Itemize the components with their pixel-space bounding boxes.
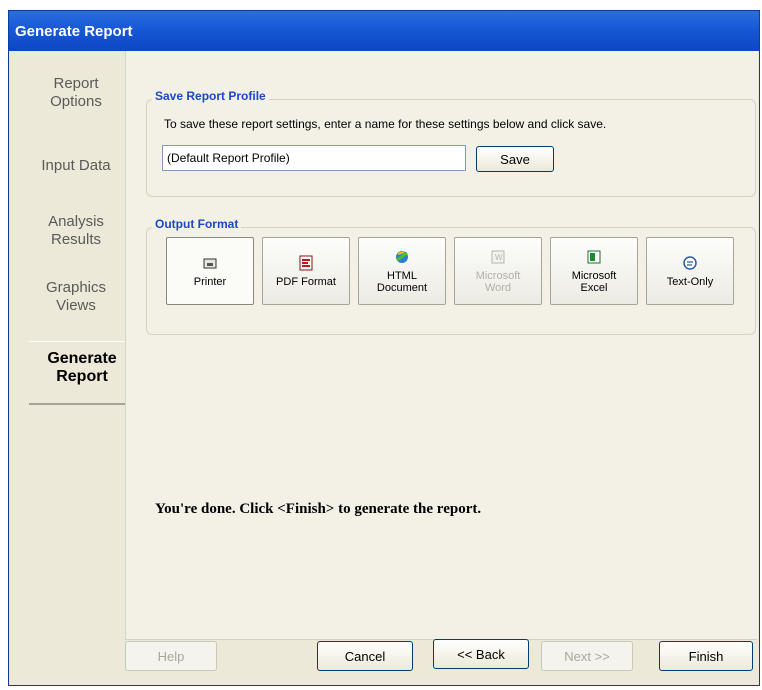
output-format-title: Output Format	[152, 217, 242, 231]
format-label: Microsoft Excel	[571, 270, 617, 294]
sidebar-item-graphics-views[interactable]: Graphics Views	[19, 279, 133, 315]
wizard-steps: Report Options Input Data Analysis Resul…	[19, 51, 135, 677]
sidebar-item-generate-report[interactable]: Generate Report	[29, 341, 135, 405]
finish-button[interactable]: Finish	[659, 641, 753, 671]
save-profile-instruction: To save these report settings, enter a n…	[164, 117, 607, 131]
completion-message: You're done. Click <Finish> to generate …	[155, 501, 482, 517]
format-label: PDF Format	[276, 276, 336, 288]
sidebar-item-analysis-results[interactable]: Analysis Results	[19, 213, 133, 249]
cancel-button[interactable]: Cancel	[317, 641, 413, 671]
sidebar-item-label: Generate Report	[47, 350, 117, 385]
window-title: Generate Report	[15, 22, 133, 40]
sidebar-item-report-options[interactable]: Report Options	[19, 75, 133, 111]
sidebar-item-label: Report Options	[50, 75, 102, 110]
text-icon	[681, 254, 699, 272]
svg-text:W: W	[495, 253, 503, 262]
format-label: Text-Only	[666, 276, 714, 288]
help-button[interactable]: Help	[125, 641, 217, 671]
format-label: Printer	[193, 276, 227, 288]
pdf-icon	[297, 254, 315, 272]
sidebar-item-label: Analysis Results	[48, 213, 104, 248]
back-button[interactable]: << Back	[433, 639, 529, 669]
save-profile-title: Save Report Profile	[152, 89, 269, 103]
sidebar-item-label: Graphics Views	[45, 279, 107, 314]
format-text-button[interactable]: Text-Only	[646, 237, 734, 305]
sidebar-item-label: Input Data	[41, 157, 111, 174]
generate-report-dialog: Generate Report Report Options Input Dat…	[8, 10, 760, 686]
excel-icon	[585, 248, 603, 266]
title-bar[interactable]: Generate Report	[9, 11, 759, 51]
printer-icon	[201, 254, 219, 272]
format-printer-button[interactable]: Printer	[166, 237, 254, 305]
next-button[interactable]: Next >>	[541, 641, 633, 671]
main-panel: Save Report Profile To save these report…	[125, 51, 758, 639]
word-icon: W	[489, 248, 507, 266]
format-pdf-button[interactable]: PDF Format	[262, 237, 350, 305]
format-label: HTML Document	[376, 270, 428, 294]
sidebar-item-input-data[interactable]: Input Data	[19, 157, 133, 175]
html-icon	[393, 248, 411, 266]
format-word-button[interactable]: W Microsoft Word	[454, 237, 542, 305]
format-excel-button[interactable]: Microsoft Excel	[550, 237, 638, 305]
format-label: Microsoft Word	[475, 270, 521, 294]
format-html-button[interactable]: HTML Document	[358, 237, 446, 305]
save-button[interactable]: Save	[476, 146, 554, 172]
profile-name-input[interactable]	[162, 145, 466, 171]
